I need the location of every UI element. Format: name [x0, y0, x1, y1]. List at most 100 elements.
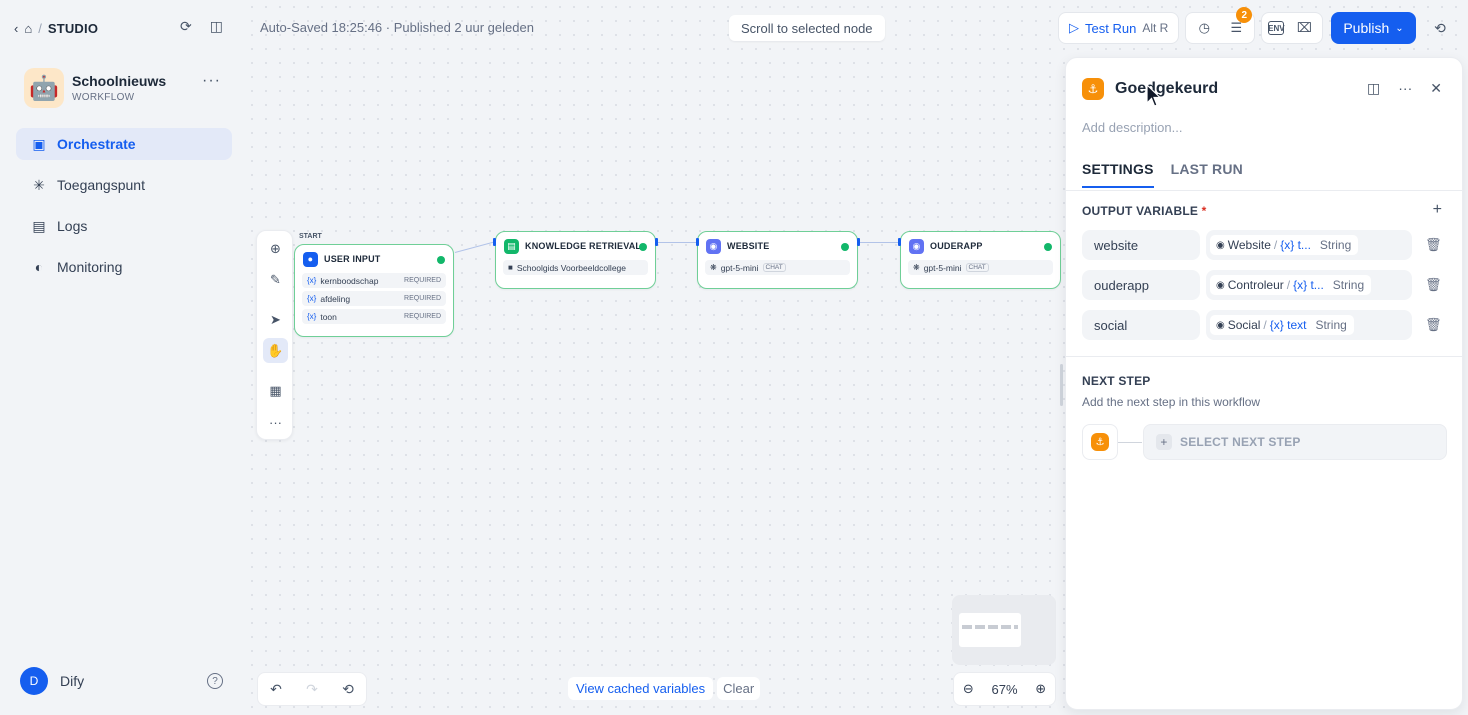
success-icon — [841, 243, 849, 251]
refresh-icon[interactable]: ⟳ — [180, 18, 192, 35]
list-item: ❋ gpt-5-mini CHAT — [908, 260, 1053, 275]
more-icon[interactable]: ··· — [1398, 80, 1412, 97]
clear-button[interactable]: Clear — [717, 677, 761, 700]
add-node-icon[interactable]: ⊕ — [263, 236, 288, 261]
divider — [1066, 190, 1462, 191]
workflow-toolbar: ▷ Test Run Alt R ◷ ☰ 2 ENV ⌧ — [1058, 7, 1324, 44]
close-icon[interactable]: ✕ — [1430, 80, 1442, 97]
publish-button[interactable]: Publish ⌄ — [1331, 12, 1416, 44]
user-menu[interactable]: D Dify — [20, 667, 84, 695]
output-name-input[interactable]: ouderapp — [1082, 270, 1200, 300]
home-icon[interactable]: ⌂ — [24, 21, 32, 36]
history-icon[interactable]: ⟲ — [342, 681, 354, 698]
current-node-badge: ⚓ — [1082, 424, 1118, 460]
output-value-selector[interactable]: ◉ Social / {x} text String — [1206, 310, 1412, 340]
add-output-icon[interactable]: + — [1433, 201, 1442, 219]
node-port[interactable] — [493, 238, 496, 246]
sidebar-item-toegangspunt[interactable]: ✳ Toegangspunt — [16, 169, 232, 201]
app-avatar: 🤖 — [24, 68, 64, 108]
publish-label: Publish — [1343, 20, 1390, 36]
table-row: ouderapp ◉ Controleur / {x} t... String … — [1082, 270, 1448, 300]
success-icon — [437, 256, 445, 264]
tab-settings[interactable]: SETTINGS — [1082, 161, 1154, 188]
play-icon: ▷ — [1069, 20, 1079, 35]
node-knowledge-retrieval[interactable]: ▤ KNOWLEDGE RETRIEVAL ■ Schoolgids Voorb… — [495, 231, 656, 289]
app-card[interactable]: 🤖 Schoolnieuws WORKFLOW — [24, 68, 166, 108]
more-icon[interactable]: ··· — [202, 72, 221, 90]
trash-icon[interactable]: 🗑 — [1425, 237, 1442, 253]
edge — [859, 242, 900, 243]
more-icon[interactable]: ··· — [263, 410, 288, 435]
add-note-icon[interactable]: ✎ — [263, 267, 288, 292]
variable-icon[interactable]: ⌧ — [1292, 16, 1316, 40]
node-website[interactable]: ◉ WEBSITE ❋ gpt-5-mini CHAT — [697, 231, 858, 289]
help-icon[interactable]: ? — [207, 673, 223, 689]
canvas-tool-palette: ⊕ ✎ ➤ ✋ ▦ ··· — [256, 230, 293, 440]
next-step-description: Add the next step in this workflow — [1082, 395, 1261, 409]
table-row: website ◉ Website / {x} t... String 🗑 — [1082, 230, 1448, 260]
app-type: WORKFLOW — [72, 92, 135, 103]
zoom-out-icon[interactable]: ⊖ — [963, 681, 974, 697]
node-port[interactable] — [655, 238, 658, 246]
studio-link[interactable]: STUDIO — [48, 21, 98, 36]
output-name-input[interactable]: social — [1082, 310, 1200, 340]
version-history-icon[interactable]: ⟲ — [1426, 14, 1454, 42]
success-icon — [1044, 243, 1052, 251]
sidebar-item-logs[interactable]: ▤ Logs — [16, 210, 232, 242]
test-run-button[interactable]: ▷ Test Run Alt R — [1058, 12, 1180, 44]
node-ouderapp[interactable]: ◉ OUDERAPP ❋ gpt-5-mini CHAT — [900, 231, 1061, 289]
list-item: {x} afdeling REQUIRED — [302, 291, 446, 306]
panel-title[interactable]: Goedgekeurd — [1115, 80, 1218, 98]
output-variable-title: OUTPUT VARIABLE * — [1082, 204, 1207, 218]
env-icon[interactable]: ENV — [1268, 21, 1285, 35]
output-value-selector[interactable]: ◉ Website / {x} t... String — [1206, 230, 1412, 260]
sidebar-item-label: Orchestrate — [57, 136, 136, 152]
back-icon[interactable]: ‹ — [14, 21, 18, 36]
scroll-to-selected-button[interactable]: Scroll to selected node — [729, 15, 885, 41]
test-run-label: Test Run — [1085, 20, 1137, 36]
pointer-icon[interactable]: ➤ — [263, 307, 288, 332]
output-value-selector[interactable]: ◉ Controleur / {x} t... String — [1206, 270, 1412, 300]
cached-variables-bar: View cached variables Clear — [568, 676, 761, 701]
file-list-icon: ▤ — [32, 217, 46, 234]
description-input[interactable]: Add description... — [1082, 120, 1182, 135]
history-controls: ↶ ↷ ⟲ — [257, 672, 367, 706]
sidebar-item-monitoring[interactable]: ◐ Monitoring — [16, 251, 232, 283]
node-port[interactable] — [696, 238, 699, 246]
node-port[interactable] — [857, 238, 860, 246]
undo-icon[interactable]: ↶ — [270, 681, 282, 698]
sidebar: ‹ ⌂ / STUDIO ⟳ ◫ 🤖 Schoolnieuws WORKFLOW… — [0, 0, 245, 715]
llm-icon: ◉ — [706, 238, 721, 254]
tab-last-run[interactable]: LAST RUN — [1171, 161, 1243, 188]
node-user-input[interactable]: ● USER INPUT {x} kernboodschap REQUIRED … — [294, 244, 454, 337]
connector-line — [1118, 442, 1142, 443]
split-view-icon[interactable]: ◫ — [1367, 80, 1380, 97]
sidebar-toggle-icon[interactable]: ◫ — [210, 18, 223, 35]
run-history-icon[interactable]: ◷ — [1192, 16, 1216, 40]
zoom-level[interactable]: 67% — [991, 682, 1017, 697]
checklist-icon[interactable]: ☰ 2 — [1224, 7, 1253, 40]
organize-icon[interactable]: ▦ — [263, 378, 288, 403]
view-cached-variables-button[interactable]: View cached variables — [568, 677, 714, 700]
output-name-input[interactable]: website — [1082, 230, 1200, 260]
select-next-step-button[interactable]: + SELECT NEXT STEP — [1143, 424, 1447, 460]
hand-icon[interactable]: ✋ — [263, 338, 288, 363]
node-port[interactable] — [898, 238, 901, 246]
llm-icon: ◉ — [909, 238, 924, 254]
model-icon: ❋ — [913, 263, 920, 272]
redo-icon[interactable]: ↷ — [306, 681, 318, 698]
trash-icon[interactable]: 🗑 — [1425, 277, 1442, 293]
node-title: WEBSITE — [727, 241, 770, 251]
zoom-in-icon[interactable]: ⊕ — [1035, 681, 1046, 697]
edge — [657, 242, 697, 243]
sidebar-item-orchestrate[interactable]: ▣ Orchestrate — [16, 128, 232, 160]
divider — [1066, 356, 1462, 357]
panel-resize-handle[interactable] — [1060, 364, 1063, 406]
list-item: ■ Schoolgids Voorbeeldcollege — [503, 260, 648, 275]
node-config-panel: ⚓ Goedgekeurd ◫ ··· ✕ Add description...… — [1065, 57, 1463, 710]
zoom-controls: ⊖ 67% ⊕ — [953, 672, 1056, 706]
trash-icon[interactable]: 🗑 — [1425, 317, 1442, 333]
minimap[interactable] — [952, 595, 1056, 665]
start-label: START — [299, 233, 322, 240]
llm-icon: ◉ — [1216, 279, 1225, 291]
